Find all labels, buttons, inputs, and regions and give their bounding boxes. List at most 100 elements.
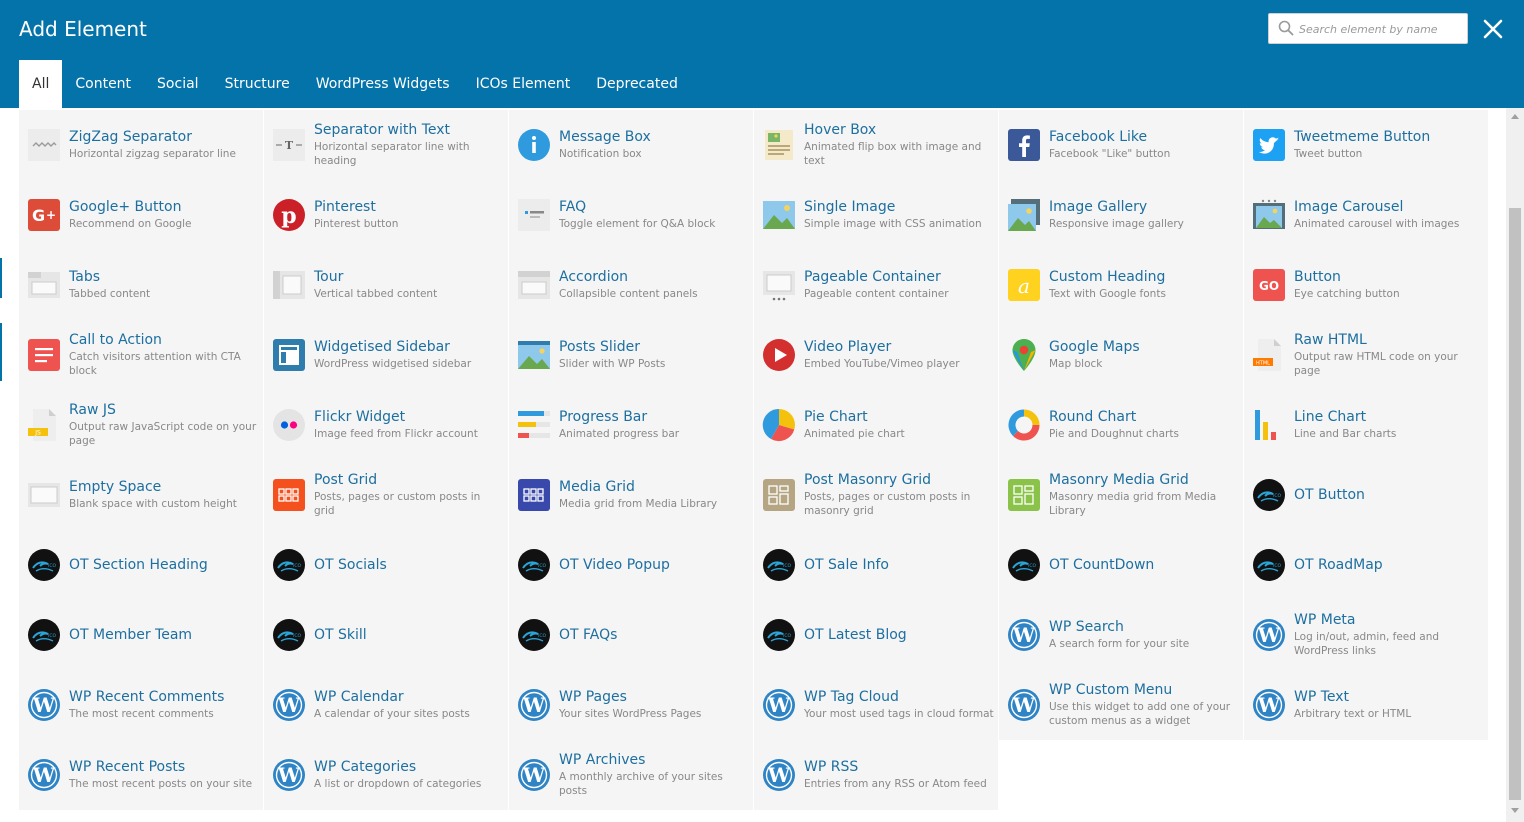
element-card-separator-with-text[interactable]: T Separator with Text Horizontal separator… xyxy=(264,110,508,180)
element-card-tabs[interactable]: Tabs Tabbed content xyxy=(19,250,263,320)
element-card-progress-bar[interactable]: Progress Bar Animated progress bar xyxy=(509,390,753,460)
element-card-masonry-media-grid[interactable]: Masonry Media Grid Masonry media grid fro… xyxy=(999,460,1243,530)
tab-icos-element[interactable]: ICOs Element xyxy=(463,60,584,108)
element-name: OT CountDown xyxy=(1049,556,1155,573)
element-card-raw-html[interactable]: HTML Raw HTML Output raw HTML code on your… xyxy=(1244,320,1488,390)
element-card-pinterest[interactable]: p Pinterest Pinterest button xyxy=(264,180,508,250)
element-card-wp-tag-cloud[interactable]: W WP Tag Cloud Your most used tags in clou… xyxy=(754,670,998,740)
element-name: Post Grid xyxy=(314,472,378,488)
element-card-accordion[interactable]: Accordion Collapsible content panels xyxy=(509,250,753,320)
element-card-wp-archives[interactable]: W WP Archives A monthly archive of your si… xyxy=(509,740,753,810)
element-card-media-grid[interactable]: Media Grid Media grid from Media Library xyxy=(509,460,753,530)
svg-text:W: W xyxy=(522,763,546,787)
element-card-google-maps[interactable]: Google Maps Map block xyxy=(999,320,1243,390)
element-card-wp-meta[interactable]: W WP Meta Log in/out, admin, feed and Word… xyxy=(1244,600,1488,670)
element-text: OT RoadMap xyxy=(1294,530,1484,600)
element-card-wp-calendar[interactable]: W WP Calendar A calendar of your sites pos… xyxy=(264,670,508,740)
search-input[interactable] xyxy=(1299,19,1464,39)
element-name: Pinterest xyxy=(314,199,376,215)
element-card-ot-skill[interactable]: ICO OT Skill xyxy=(264,600,508,670)
element-card-wp-rss[interactable]: W WP RSS Entries from any RSS or Atom feed xyxy=(754,740,998,810)
element-card-wp-pages[interactable]: W WP Pages Your sites WordPress Pages xyxy=(509,670,753,740)
tab-social[interactable]: Social xyxy=(144,60,212,108)
element-card-zigzag-separator[interactable]: ZigZag Separator Horizontal zigzag separa… xyxy=(19,110,263,180)
element-card-image-carousel[interactable]: Image Carousel Animated carousel with ima… xyxy=(1244,180,1488,250)
svg-text:W: W xyxy=(32,763,56,787)
element-name: Hover Box xyxy=(804,122,877,138)
ot-logo-icon: ICO xyxy=(517,618,551,652)
element-card-message-box[interactable]: Message Box Notification box xyxy=(509,110,753,180)
element-card-google-button[interactable]: G + Google+ Button Recommend on Google xyxy=(19,180,263,250)
element-card-wp-custom-menu[interactable]: W WP Custom Menu Use this widget to add on… xyxy=(999,670,1243,740)
element-name: WP Meta xyxy=(1294,612,1356,628)
element-name: OT Latest Blog xyxy=(804,626,907,643)
masonry-media-icon xyxy=(1007,478,1041,512)
element-card-ot-button[interactable]: ICO OT Button xyxy=(1244,460,1488,530)
element-card-ot-roadmap[interactable]: ICO OT RoadMap xyxy=(1244,530,1488,600)
element-description: Notification box xyxy=(559,148,642,160)
tab-structure[interactable]: Structure xyxy=(212,60,303,108)
close-icon[interactable] xyxy=(1482,18,1504,40)
element-card-hover-box[interactable]: Hover Box Animated flip box with image an… xyxy=(754,110,998,180)
element-card-facebook-like[interactable]: Facebook Like Facebook "Like" button xyxy=(999,110,1243,180)
element-text: WP Calendar A calendar of your sites post… xyxy=(314,670,504,740)
element-card-post-masonry-grid[interactable]: Post Masonry Grid Posts, pages or custom … xyxy=(754,460,998,530)
element-card-tour[interactable]: Tour Vertical tabbed content xyxy=(264,250,508,320)
post-grid-icon xyxy=(272,478,306,512)
element-card-ot-section-heading[interactable]: ICO OT Section Heading xyxy=(19,530,263,600)
element-card-ot-member-team[interactable]: ICO OT Member Team xyxy=(19,600,263,670)
element-card-wp-categories[interactable]: W WP Categories A list or dropdown of cate… xyxy=(264,740,508,810)
element-card-empty-space[interactable]: Empty Space Blank space with custom heigh… xyxy=(19,460,263,530)
element-card-ot-faqs[interactable]: ICO OT FAQs xyxy=(509,600,753,670)
element-card-ot-sale-info[interactable]: ICO OT Sale Info xyxy=(754,530,998,600)
element-card-ot-countdown[interactable]: ICO OT CountDown xyxy=(999,530,1243,600)
element-card-wp-recent-posts[interactable]: W WP Recent Posts The most recent posts on… xyxy=(19,740,263,810)
element-text: OT CountDown xyxy=(1049,530,1239,600)
element-card-faq[interactable]: FAQ Toggle element for Q&A block xyxy=(509,180,753,250)
element-card-post-grid[interactable]: Post Grid Posts, pages or custom posts in… xyxy=(264,460,508,530)
scroll-thumb[interactable] xyxy=(1509,208,1521,800)
element-card-posts-slider[interactable]: Posts Slider Slider with WP Posts xyxy=(509,320,753,390)
search-box[interactable] xyxy=(1268,13,1468,44)
element-text: Message Box Notification box xyxy=(559,110,749,180)
tab-content[interactable]: Content xyxy=(62,60,144,108)
element-name: Image Carousel xyxy=(1294,199,1404,215)
element-card-call-to-action[interactable]: Call to Action Catch visitors attention w… xyxy=(19,320,263,390)
element-card-ot-socials[interactable]: ICO OT Socials xyxy=(264,530,508,600)
element-card-pie-chart[interactable]: Pie Chart Animated pie chart xyxy=(754,390,998,460)
element-card-ot-latest-blog[interactable]: ICO OT Latest Blog xyxy=(754,600,998,670)
tab-deprecated[interactable]: Deprecated xyxy=(583,60,691,108)
scroll-up-arrow[interactable] xyxy=(1511,114,1519,119)
tab-all[interactable]: All xyxy=(19,60,63,108)
element-card-raw-js[interactable]: JS Raw JS Output raw JavaScript code on yo… xyxy=(19,390,263,460)
element-card-image-gallery[interactable]: Image Gallery Responsive image gallery xyxy=(999,180,1243,250)
element-card-pageable-container[interactable]: Pageable Container Pageable content conta… xyxy=(754,250,998,320)
element-card-video-player[interactable]: Video Player Embed YouTube/Vimeo player xyxy=(754,320,998,390)
accordion-icon xyxy=(517,268,551,302)
pageable-icon xyxy=(762,268,796,302)
faq-icon xyxy=(517,198,551,232)
element-card-round-chart[interactable]: Round Chart Pie and Doughnut charts xyxy=(999,390,1243,460)
element-card-flickr-widget[interactable]: Flickr Widget Image feed from Flickr acco… xyxy=(264,390,508,460)
element-card-ot-video-popup[interactable]: ICO OT Video Popup xyxy=(509,530,753,600)
element-card-widgetised-sidebar[interactable]: Widgetised Sidebar WordPress widgetised s… xyxy=(264,320,508,390)
element-card-line-chart[interactable]: Line Chart Line and Bar charts xyxy=(1244,390,1488,460)
scroll-down-arrow[interactable] xyxy=(1511,808,1519,813)
element-card-tweetmeme-button[interactable]: Tweetmeme Button Tweet button xyxy=(1244,110,1488,180)
element-card-single-image[interactable]: Single Image Simple image with CSS animat… xyxy=(754,180,998,250)
element-name: Message Box xyxy=(559,129,651,145)
element-name: OT Socials xyxy=(314,556,387,573)
element-text: Empty Space Blank space with custom heigh… xyxy=(69,460,259,530)
element-card-wp-search[interactable]: W WP Search A search form for your site xyxy=(999,600,1243,670)
element-card-button[interactable]: GO Button Eye catching button xyxy=(1244,250,1488,320)
element-card-custom-heading[interactable]: a Custom Heading Text with Google fonts xyxy=(999,250,1243,320)
element-card-wp-recent-comments[interactable]: W WP Recent Comments The most recent comme… xyxy=(19,670,263,740)
modal-header: Add Element AllContentSocialStructureWor… xyxy=(0,0,1524,108)
element-card-wp-text[interactable]: W WP Text Arbitrary text or HTML xyxy=(1244,670,1488,740)
element-description: Animated pie chart xyxy=(804,428,905,440)
element-name: Posts Slider xyxy=(559,339,640,355)
scrollbar[interactable] xyxy=(1506,108,1524,822)
element-description: Catch visitors attention with CTA block xyxy=(69,351,241,377)
element-text: Widgetised Sidebar WordPress widgetised s… xyxy=(314,320,504,390)
tab-wordpress-widgets[interactable]: WordPress Widgets xyxy=(303,60,463,108)
